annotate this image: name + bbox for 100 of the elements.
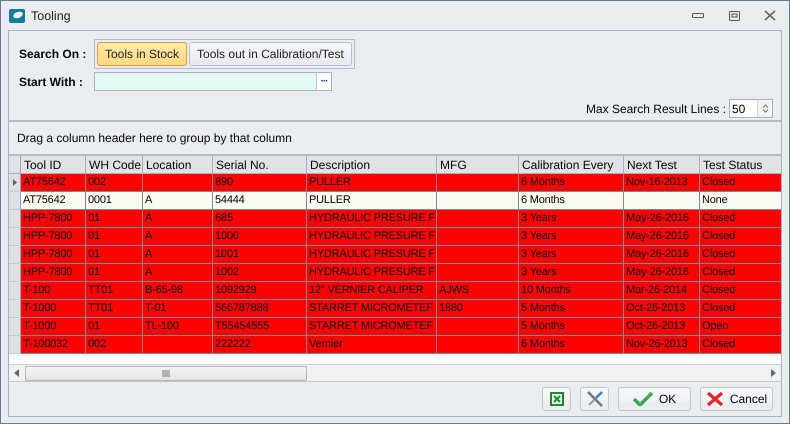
row-indicator[interactable]: [9, 336, 21, 354]
browse-button[interactable]: ···: [316, 72, 332, 91]
table-cell: PULLER: [307, 174, 437, 192]
table-cell: T55454555: [213, 318, 307, 336]
table-cell: 54444: [213, 192, 307, 210]
table-cell: 1001: [213, 246, 307, 264]
table-cell: HPP-7800: [21, 210, 86, 228]
table-cell: Closed: [700, 264, 781, 282]
table-cell: T-01: [143, 300, 213, 318]
table-cell: 002: [86, 336, 143, 354]
table-cell: T-100: [21, 282, 86, 300]
table-cell: 6 Months: [519, 192, 624, 210]
cancel-button[interactable]: Cancel: [700, 387, 773, 411]
table-cell: 5 Months: [519, 318, 624, 336]
row-indicator[interactable]: [9, 210, 21, 228]
search-mode-button[interactable]: Tools out in Calibration/Test: [189, 42, 352, 66]
row-indicator[interactable]: [9, 192, 21, 210]
column-header[interactable]: Tool ID: [21, 156, 86, 174]
table-cell: Closed: [700, 246, 781, 264]
table-cell: 01: [86, 228, 143, 246]
table-row[interactable]: HPP-7800 01 A 1001 HYDRAULIC PRESURE F 3 Years May-26-2016 Closed: [9, 246, 781, 264]
table-cell: 1880: [437, 300, 519, 318]
column-header[interactable]: Calibration Every: [519, 156, 624, 174]
row-indicator[interactable]: [9, 282, 21, 300]
table-row[interactable]: AT75642 002 890 PULLER 6 Months Nov-16-2013 Closed: [9, 174, 781, 192]
table-cell: Closed: [700, 282, 781, 300]
table-cell: Nov-16-2013: [624, 174, 700, 192]
column-header[interactable]: MFG: [437, 156, 519, 174]
column-header[interactable]: Test Status: [700, 156, 781, 174]
table-cell: TT01: [86, 282, 143, 300]
table-row[interactable]: T-100 TT01 B-65-98 1092929 12" VERNIER CALIPER AJWS 10 Months Mar-26-2014 Closed: [9, 282, 781, 300]
table-cell: A: [143, 192, 213, 210]
column-header[interactable]: Next Test: [624, 156, 700, 174]
table-row[interactable]: T-100032 002 222222 Vernier 6 Months Nov-26-2013 Closed: [9, 336, 781, 354]
table-cell: HPP-7800: [21, 264, 86, 282]
cross-icon: [706, 391, 724, 407]
scroll-left-icon[interactable]: [13, 368, 21, 378]
table-cell: Closed: [700, 300, 781, 318]
table-cell: HYDRAULIC PRESURE F: [307, 210, 437, 228]
column-header[interactable]: WH Code: [86, 156, 143, 174]
table-cell: Oct-26-2013: [624, 318, 700, 336]
table-cell: 01: [86, 246, 143, 264]
row-indicator[interactable]: [9, 228, 21, 246]
table-cell: 002: [86, 174, 143, 192]
table-cell: 01: [86, 264, 143, 282]
row-indicator[interactable]: [9, 300, 21, 318]
table-cell: 1002: [213, 264, 307, 282]
column-header[interactable]: Description: [307, 156, 437, 174]
table-row[interactable]: HPP-7800 01 A 1002 HYDRAULIC PRESURE F 3 Years May-26-2016 Closed: [9, 264, 781, 282]
max-lines-field[interactable]: 50: [729, 99, 757, 118]
table-cell: May-26-2016: [624, 264, 700, 282]
table-cell: AJWS: [437, 282, 519, 300]
table-cell: T-1000: [21, 300, 86, 318]
search-mode-button[interactable]: Tools in Stock: [97, 42, 188, 66]
table-cell: Closed: [700, 174, 781, 192]
row-indicator[interactable]: [9, 246, 21, 264]
table-row[interactable]: T-1000 TT01 T-01 566787888 STARRET MICROMETEF 1880 5 Months Oct-26-2013 Closed: [9, 300, 781, 318]
table-cell: TT01: [86, 300, 143, 318]
table-cell: Oct-26-2013: [624, 300, 700, 318]
table-cell: 6 Months: [519, 174, 624, 192]
table-cell: STARRET MICROMETEF: [307, 300, 437, 318]
table-cell: Open: [700, 318, 781, 336]
table-cell: None: [700, 192, 781, 210]
table-row[interactable]: T-1000 01 TL-100 T55454555 STARRET MICROMETEF 5 Months Oct-26-2013 Open: [9, 318, 781, 336]
table-cell: HYDRAULIC PRESURE F: [307, 264, 437, 282]
table-cell: May-26-2016: [624, 210, 700, 228]
table-cell: 01: [86, 210, 143, 228]
table-cell: 6 Months: [519, 336, 624, 354]
row-indicator[interactable]: [9, 174, 21, 192]
search-on-label: Search On :: [19, 47, 88, 61]
table-cell: May-26-2016: [624, 228, 700, 246]
column-header[interactable]: Serial No.: [213, 156, 307, 174]
table-cell: 890: [213, 174, 307, 192]
table-cell: 3 Years: [519, 264, 624, 282]
table-cell: Closed: [700, 228, 781, 246]
spin-buttons[interactable]: [757, 99, 773, 118]
table-cell: TL-100: [143, 318, 213, 336]
column-header[interactable]: Location: [143, 156, 213, 174]
table-cell: 3 Years: [519, 210, 624, 228]
spreadsheet-icon: [548, 391, 564, 407]
table-cell: 0001: [86, 192, 143, 210]
table-cell: 10 Months: [519, 282, 624, 300]
table-row[interactable]: HPP-7800 01 A 1000 HYDRAULIC PRESURE F 3 Years May-26-2016 Closed: [9, 228, 781, 246]
table-row[interactable]: AT75642 0001 A 54444 PULLER 6 Months None: [9, 192, 781, 210]
group-by-hint: Drag a column header here to group by that column: [17, 131, 292, 145]
row-indicator[interactable]: [9, 264, 21, 282]
row-indicator[interactable]: [9, 318, 21, 336]
export-button[interactable]: [542, 387, 571, 411]
table-cell: Vernier: [307, 336, 437, 354]
table-row[interactable]: HPP-7800 01 A 685 HYDRAULIC PRESURE F 3 Years May-26-2016 Closed: [9, 210, 781, 228]
start-with-field[interactable]: [94, 72, 316, 91]
table-cell: T-100032: [21, 336, 86, 354]
scroll-right-icon[interactable]: [769, 368, 777, 378]
checkmark-icon: [632, 392, 653, 406]
tools-button[interactable]: [580, 387, 609, 411]
table-cell: Nov-26-2013: [624, 336, 700, 354]
ok-button[interactable]: OK: [618, 387, 691, 411]
window-title: Tooling: [31, 8, 72, 22]
table-cell: STARRET MICROMETEF: [307, 318, 437, 336]
table-cell: HYDRAULIC PRESURE F: [307, 228, 437, 246]
